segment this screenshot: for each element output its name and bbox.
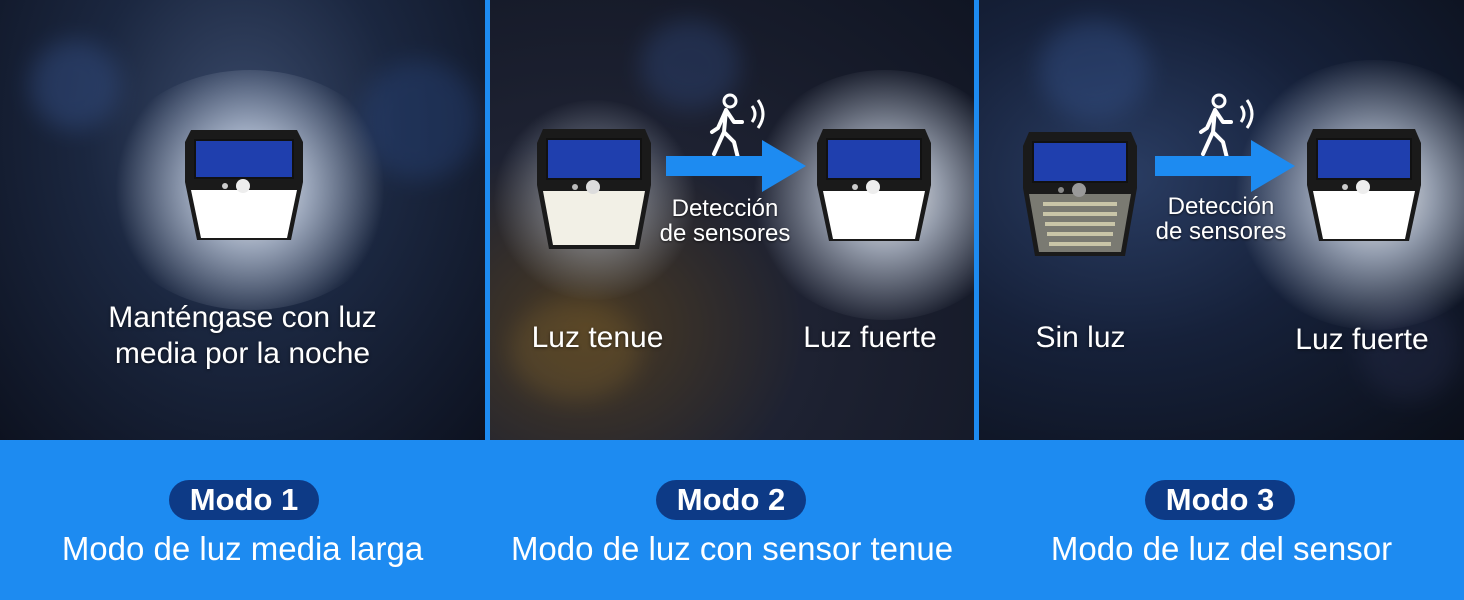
- caption-line-2: media por la noche: [114, 337, 371, 370]
- mode-3-badge: Modo 3: [1145, 480, 1295, 520]
- mode-1-badge: Modo 1: [169, 480, 319, 520]
- dim-light-caption: Luz tenue: [531, 321, 664, 354]
- mode-3-description: Modo de luz del sensor: [1050, 530, 1393, 567]
- solar-lamp-bright-icon: [817, 129, 931, 241]
- strong-light-caption: Luz fuerte: [1295, 323, 1429, 356]
- mode-2-badge: Modo 2: [656, 480, 806, 520]
- bokeh-light: [1039, 20, 1149, 120]
- right-arrow-icon: [666, 140, 806, 192]
- right-arrow-icon: [1155, 140, 1295, 192]
- mode-2-description: Modo de luz con sensor tenue: [510, 530, 954, 567]
- sensor-detection-label: Detección de sensores: [1136, 194, 1306, 244]
- no-light-caption: Sin luz: [1035, 321, 1126, 354]
- sensor-label-line-1: Detección: [1167, 193, 1275, 220]
- sensor-label-line-1: Detección: [671, 195, 779, 222]
- solar-lamp-dim-icon: [537, 129, 651, 249]
- panel-1-caption: Manténgase con luz media por la noche: [60, 300, 425, 372]
- sensor-label-line-2: de sensores: [1155, 218, 1287, 245]
- strong-light-caption: Luz fuerte: [803, 321, 937, 354]
- panel-mode-1: Manténgase con luz media por la noche: [0, 0, 485, 440]
- panel-mode-3: Detección de sensores Sin luz Luz fuerte: [979, 0, 1464, 440]
- panel-mode-2: Detección de sensores Luz tenue Luz fuer…: [490, 0, 974, 440]
- sensor-label-line-2: de sensores: [659, 220, 791, 247]
- mode-1-description: Modo de luz media larga: [61, 530, 424, 567]
- sensor-detection-label: Detección de sensores: [640, 196, 810, 246]
- solar-lamp-bright-icon: [1307, 129, 1421, 241]
- caption-line-1: Manténgase con luz: [108, 301, 377, 334]
- solar-lamp-icon: [185, 130, 303, 240]
- solar-lamp-off-icon: [1023, 132, 1137, 256]
- bokeh-light: [30, 40, 120, 130]
